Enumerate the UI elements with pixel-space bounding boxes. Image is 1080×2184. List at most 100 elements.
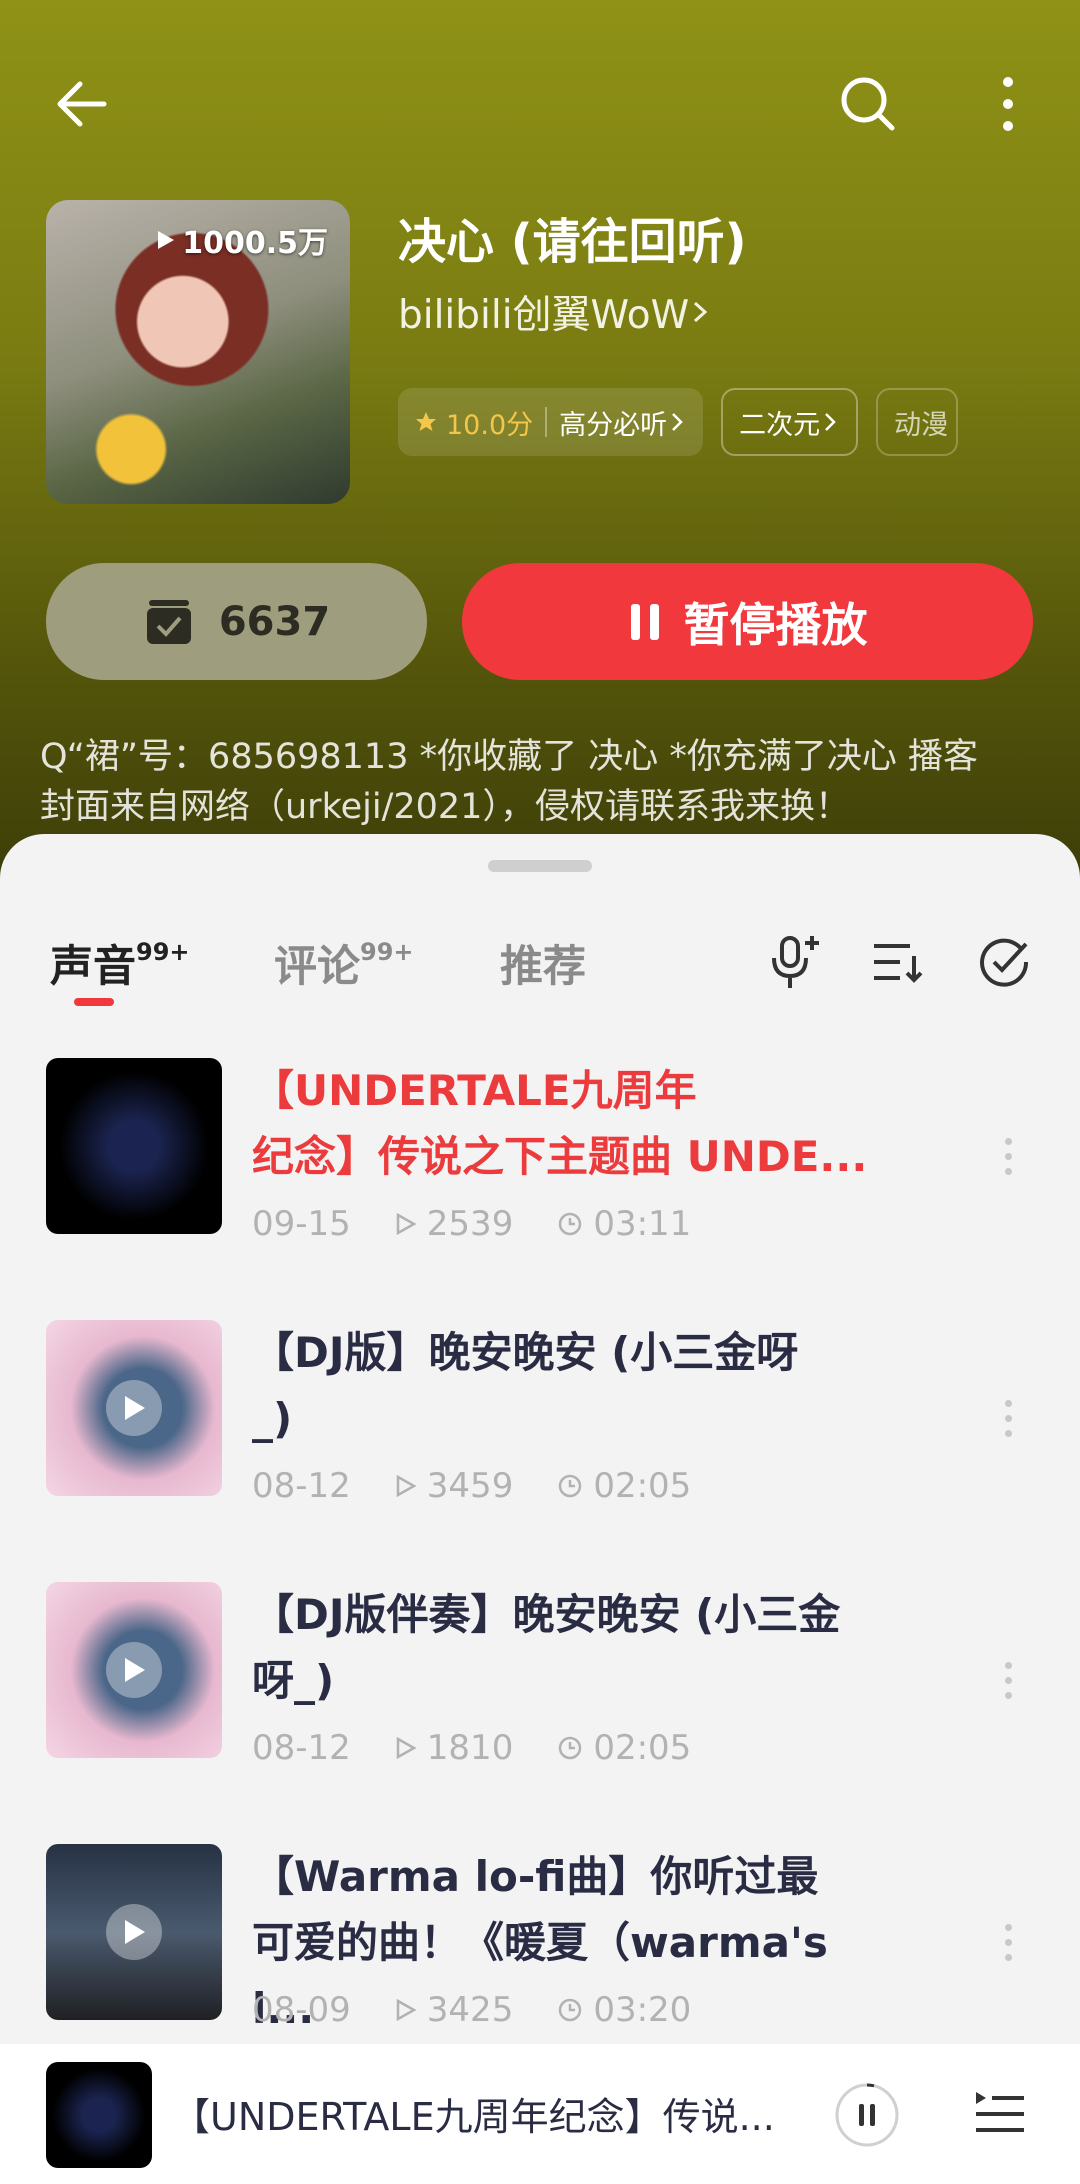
track-cover (46, 1058, 222, 1234)
tag-label: 动漫 (894, 409, 949, 441)
track-more-button[interactable] (1002, 1658, 1014, 1706)
chevron-right-icon (694, 301, 708, 323)
track-more-button[interactable] (1002, 1396, 1014, 1444)
album-description[interactable]: Q“裙”号：685698113 *你收藏了 决心 *你充满了决心 播客 封面来自… (40, 732, 1050, 832)
play-triangle-icon (158, 231, 175, 249)
author-link[interactable]: bilibili创翼WoW (398, 284, 711, 340)
track-duration: 03:20 (593, 1990, 692, 2030)
track-title-line: 【UNDERTALE九周年 (252, 1066, 697, 1115)
clock-icon (559, 1998, 582, 2022)
multi-select-button[interactable] (974, 932, 1034, 992)
play-overlay-icon (106, 1642, 162, 1698)
clock-icon (559, 1736, 582, 1760)
author-name: bilibili创翼WoW (398, 293, 690, 338)
active-tab-indicator (74, 998, 114, 1006)
track-row[interactable]: 【DJ版伴奏】晚安晚安 (小三金 呀_) 08-12 1810 02:05 (0, 1582, 1080, 1844)
track-title-line: 【DJ版伴奏】晚安晚安 (小三金 (252, 1590, 841, 1639)
track-title-line: 【DJ版】晚安晚安 (小三金呀 (252, 1328, 799, 1377)
tab-label: 评论 (274, 942, 360, 992)
track-more-button[interactable] (1002, 1134, 1014, 1182)
track-plays: 2539 (426, 1204, 514, 1244)
playlist-button[interactable] (972, 2084, 1028, 2140)
track-plays: 1810 (426, 1728, 514, 1768)
score-label: 高分必听 (559, 409, 668, 441)
album-cover[interactable]: 1000.5万 (46, 200, 350, 504)
sort-button[interactable] (868, 932, 928, 992)
mini-player-cover[interactable] (46, 2062, 152, 2168)
tag-chips: 10.0分 高分必听 二次元 动漫 (398, 388, 959, 456)
track-meta: 08-12 1810 02:05 (252, 1728, 691, 1768)
search-icon (841, 77, 895, 131)
voice-add-button[interactable] (764, 932, 824, 992)
subscribe-button[interactable]: 6637 (46, 563, 427, 680)
track-cover (46, 1582, 222, 1758)
clock-icon (559, 1212, 582, 1236)
track-duration: 02:05 (593, 1466, 692, 1506)
chip-divider (545, 407, 548, 437)
sort-icon (874, 944, 923, 983)
track-title: 【DJ版伴奏】晚安晚安 (小三金 呀_) (252, 1582, 892, 1714)
play-overlay-icon (106, 1904, 162, 1960)
tab-comments[interactable]: 评论99+ (274, 932, 414, 994)
pause-circle-icon (835, 2083, 899, 2147)
tab-badge: 99+ (360, 937, 414, 966)
tab-sounds[interactable]: 声音99+ (50, 932, 190, 994)
track-date: 08-12 (252, 1728, 351, 1768)
clock-icon (559, 1474, 582, 1498)
back-button[interactable] (40, 62, 124, 146)
star-icon (416, 412, 436, 431)
chevron-right-icon (672, 413, 683, 431)
tab-recommend[interactable]: 推荐 (500, 932, 586, 994)
track-plays: 3459 (426, 1466, 514, 1506)
tag-label: 二次元 (739, 409, 821, 441)
play-outline-icon (396, 1474, 417, 1498)
track-cover (46, 1320, 222, 1496)
mini-player-title[interactable]: 【UNDERTALE九周年纪念】传说... (172, 2086, 775, 2141)
subscribe-box-icon (146, 599, 191, 644)
track-title: 【UNDERTALE九周年 纪念】传说之下主题曲 UNDE... (252, 1058, 892, 1190)
track-duration: 02:05 (593, 1728, 692, 1768)
play-outline-icon (396, 1212, 417, 1236)
track-plays: 3425 (426, 1990, 514, 2030)
track-meta: 08-09 3425 03:20 (252, 1990, 691, 2030)
track-title-line: 纪念】传说之下主题曲 UNDE... (252, 1132, 868, 1181)
chevron-right-icon (825, 413, 836, 431)
track-date: 09-15 (252, 1204, 351, 1244)
play-overlay-icon (106, 1380, 162, 1436)
pause-play-button[interactable]: 暂停播放 (462, 563, 1033, 680)
tab-label: 声音 (50, 942, 136, 992)
play-outline-icon (396, 1736, 417, 1760)
mini-player[interactable]: 【UNDERTALE九周年纪念】传说... (0, 2044, 1080, 2184)
track-title-line: 【Warma lo-fi曲】你听过最 (252, 1852, 819, 1901)
more-button[interactable] (966, 62, 1050, 146)
score-chip[interactable]: 10.0分 高分必听 (398, 388, 704, 456)
track-meta: 08-12 3459 02:05 (252, 1466, 691, 1506)
play-outline-icon (396, 1998, 417, 2022)
subscribe-count: 6637 (218, 598, 331, 645)
play-count-text: 1000.5万 (182, 226, 328, 261)
track-date: 08-12 (252, 1466, 351, 1506)
track-date: 08-09 (252, 1990, 351, 2030)
search-button[interactable] (826, 62, 910, 146)
track-row[interactable]: 【UNDERTALE九周年 纪念】传说之下主题曲 UNDE... 09-15 2… (0, 1058, 1080, 1320)
track-title: 【DJ版】晚安晚安 (小三金呀 _) (252, 1320, 892, 1452)
tab-badge: 99+ (136, 937, 190, 966)
description-line: 封面来自网络（urkeji/2021），侵权请联系我来换！ (40, 787, 850, 827)
mini-pause-button[interactable] (834, 2082, 900, 2148)
track-more-button[interactable] (1002, 1920, 1014, 1968)
sheet-drag-handle[interactable] (488, 860, 592, 872)
back-arrow-icon (57, 81, 107, 127)
more-vertical-icon (1003, 77, 1013, 131)
track-cover (46, 1844, 222, 2020)
track-row[interactable]: 【DJ版】晚安晚安 (小三金呀 _) 08-12 3459 02:05 (0, 1320, 1080, 1582)
pause-icon (630, 603, 659, 640)
check-circle-icon (980, 938, 1029, 987)
tab-label: 推荐 (500, 942, 586, 992)
pause-label: 暂停播放 (683, 597, 868, 652)
album-title: 决心 (请往回听) (398, 214, 747, 270)
track-title-line: 呀_) (252, 1656, 335, 1705)
tag-chip-cartoon[interactable]: 动漫 (876, 388, 959, 456)
tag-chip-anime[interactable]: 二次元 (721, 388, 859, 456)
description-line: Q“裙”号：685698113 *你收藏了 决心 *你充满了决心 播客 (40, 737, 978, 777)
microphone-plus-icon (772, 936, 819, 988)
